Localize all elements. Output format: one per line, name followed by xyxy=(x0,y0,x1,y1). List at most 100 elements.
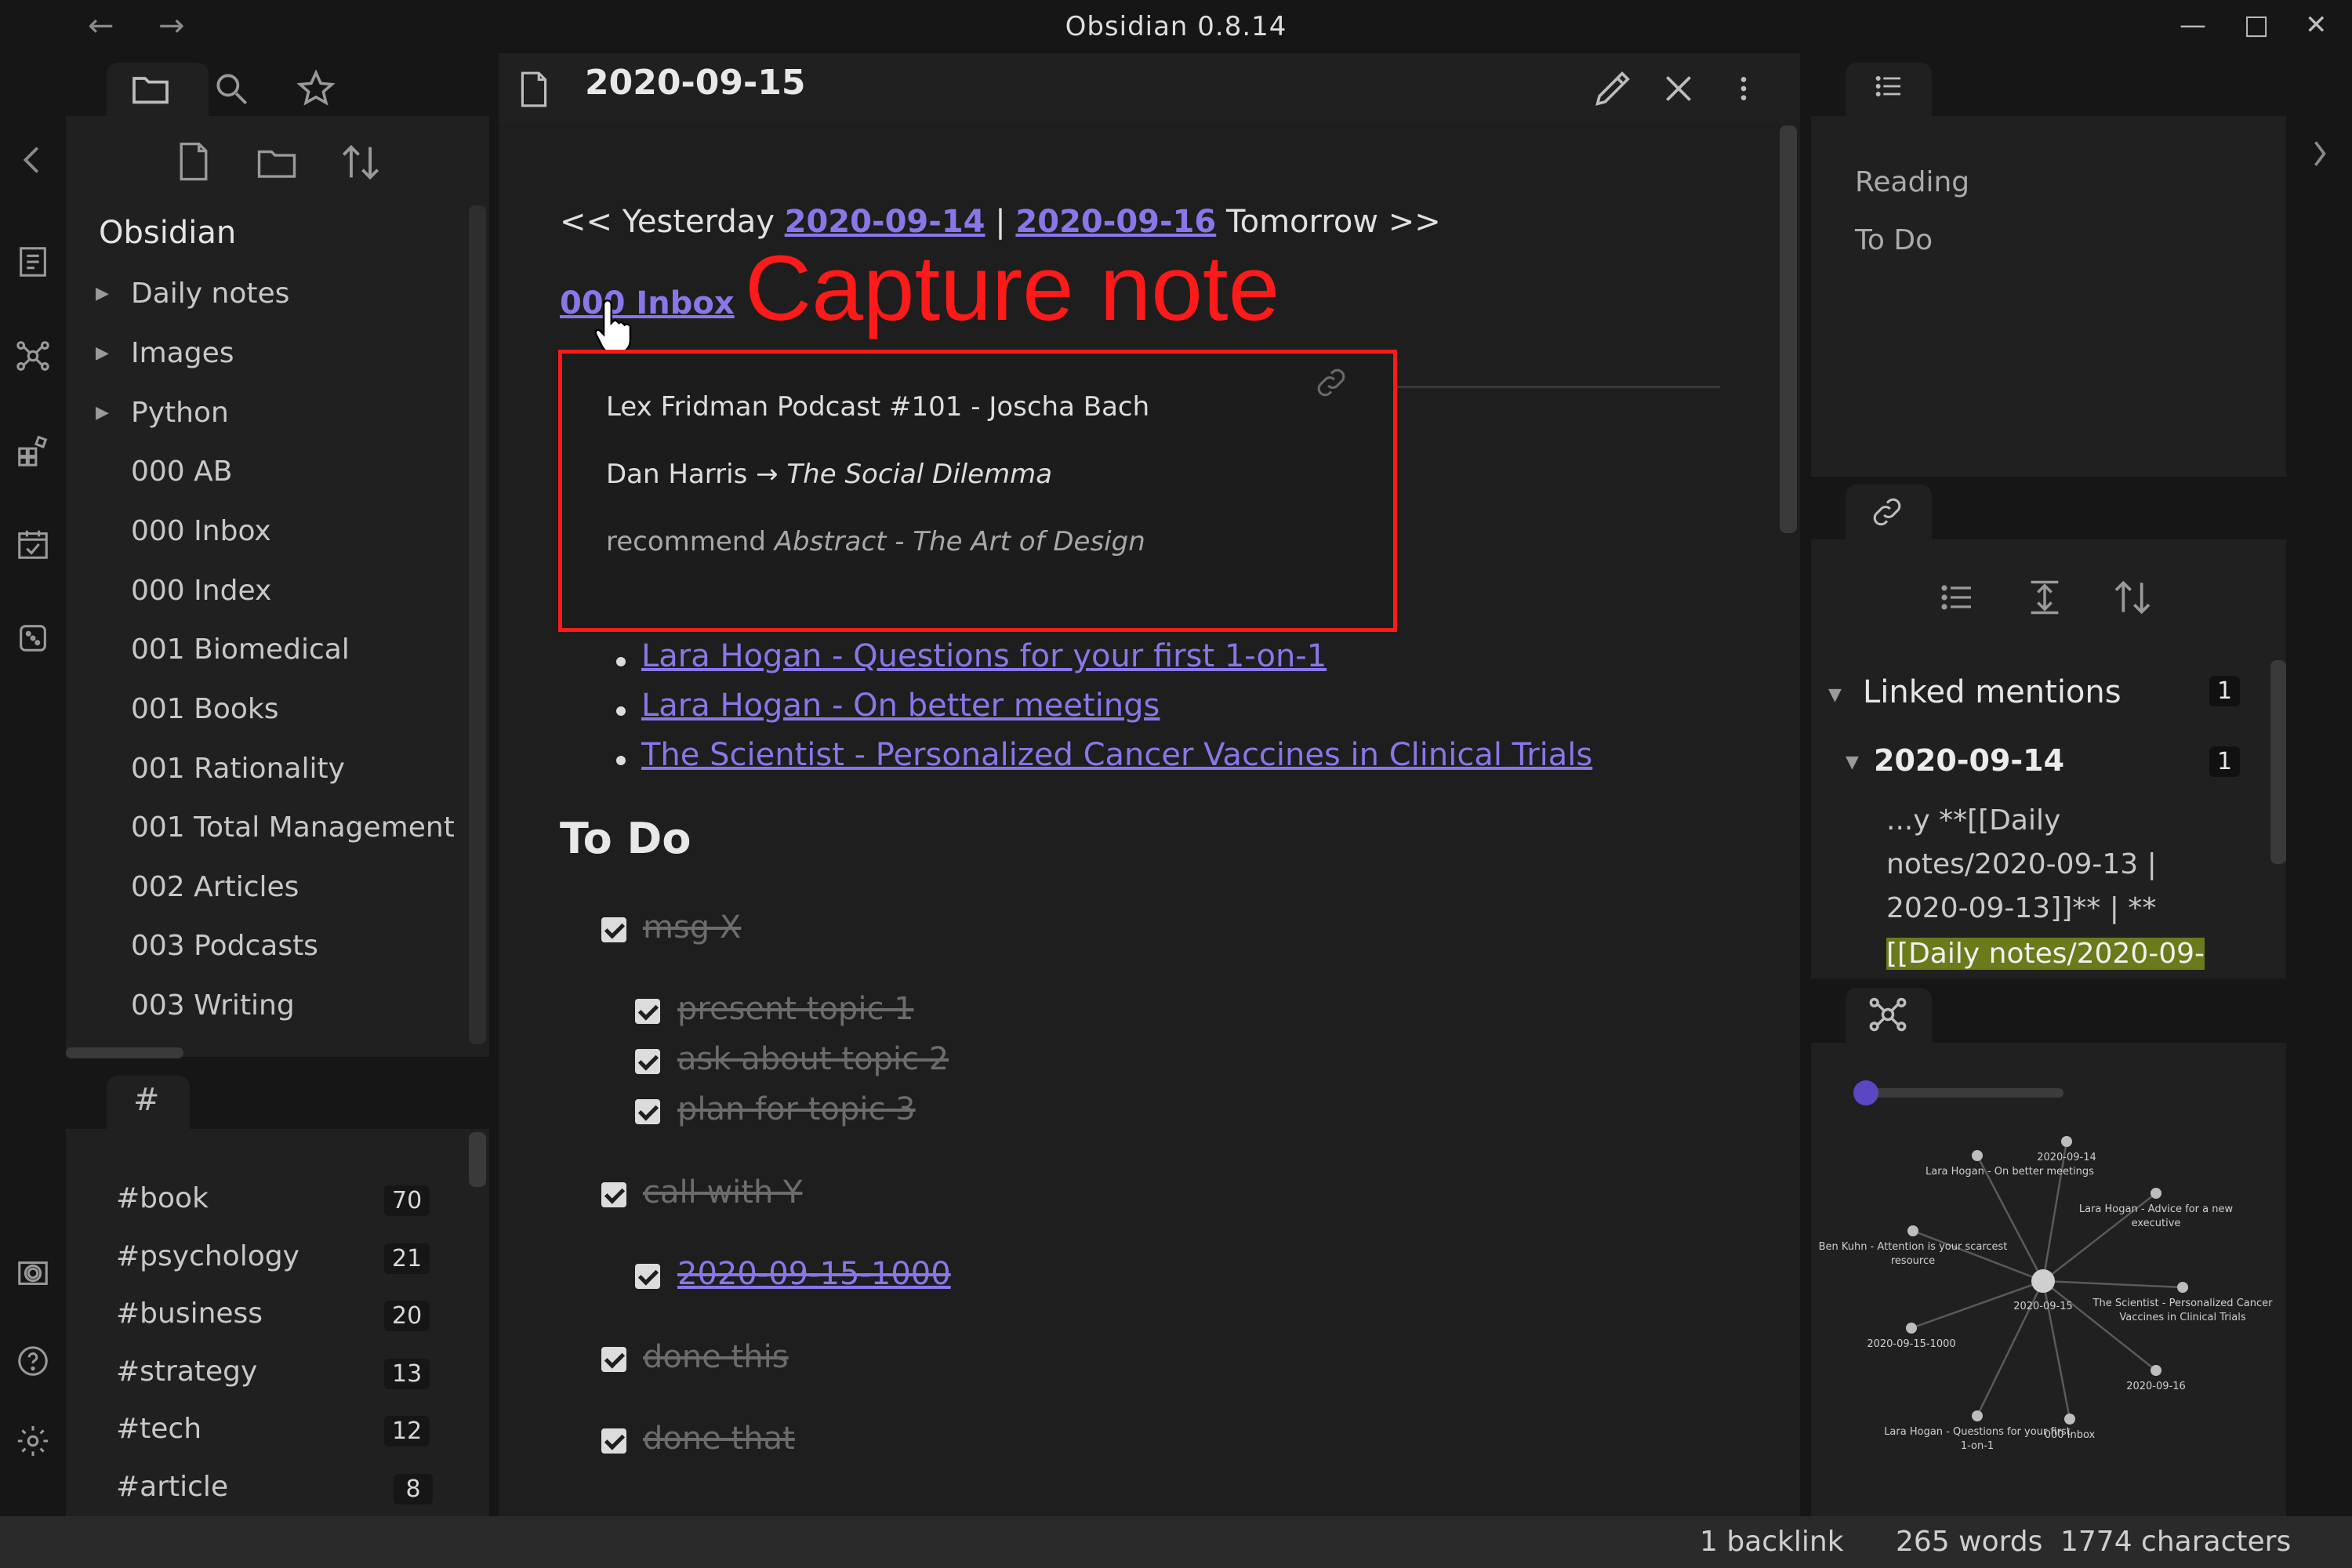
editor-scrollbar[interactable] xyxy=(1780,125,1797,533)
tag-business[interactable]: #business xyxy=(116,1298,263,1330)
expand-context-icon[interactable] xyxy=(2024,575,2065,619)
tag-psychology[interactable]: #psychology xyxy=(116,1240,299,1272)
star-icon[interactable] xyxy=(295,67,337,110)
todo-item: msg X xyxy=(643,909,742,946)
graph-node-current[interactable] xyxy=(2031,1269,2055,1293)
tree-file-001-total-management[interactable]: 001 Total Management xyxy=(131,811,455,844)
graph-node[interactable] xyxy=(2151,1188,2161,1199)
linked-mentions-label[interactable]: Linked mentions xyxy=(1863,674,2122,710)
hash-icon[interactable]: # xyxy=(133,1082,160,1118)
backlink-chain-icon[interactable] xyxy=(1869,494,1905,530)
graph-node[interactable] xyxy=(2151,1365,2161,1376)
expand-arrow-icon[interactable]: ▶ xyxy=(96,403,109,423)
link-icon[interactable] xyxy=(1313,365,1349,401)
checkbox-checked[interactable] xyxy=(635,1264,660,1289)
checkbox-checked[interactable] xyxy=(601,1428,626,1454)
minimize-icon[interactable]: — xyxy=(2180,9,2206,41)
checkbox-checked[interactable] xyxy=(635,1099,660,1124)
graph-node[interactable] xyxy=(1972,1410,1983,1421)
graph-node[interactable] xyxy=(1906,1323,1917,1334)
random-note-dice-icon[interactable] xyxy=(11,616,55,660)
folder-icon[interactable] xyxy=(129,67,172,111)
tree-folder-images[interactable]: Images xyxy=(131,337,234,369)
left-sidebar-tabs xyxy=(66,53,489,118)
graph-node[interactable] xyxy=(2061,1136,2072,1147)
graph-node[interactable] xyxy=(2064,1414,2075,1425)
checkbox-checked[interactable] xyxy=(601,1347,626,1372)
new-note-icon[interactable] xyxy=(172,138,215,185)
tree-file-003-podcasts[interactable]: 003 Podcasts xyxy=(131,930,318,962)
tree-file-001-biomedical[interactable]: 001 Biomedical xyxy=(131,633,350,666)
tag-strategy[interactable]: #strategy xyxy=(116,1356,257,1388)
settings-gear-icon[interactable] xyxy=(11,1419,55,1463)
outline-list-icon[interactable] xyxy=(1869,71,1908,102)
graph-node-label: 2020-09-14 xyxy=(2037,1152,2096,1163)
link-preview-popover[interactable]: Lex Fridman Podcast #101 - Joscha Bach D… xyxy=(558,350,1397,632)
backlink-snippet[interactable]: ...y **[[Daily xyxy=(1886,804,2060,837)
tree-file-000-index[interactable]: 000 Index xyxy=(131,575,271,607)
more-options-icon[interactable] xyxy=(1728,66,1759,111)
status-backlinks[interactable]: 1 backlink xyxy=(1700,1526,1844,1558)
outline-item[interactable]: Reading xyxy=(1855,166,1969,198)
bullet xyxy=(616,706,626,716)
open-quick-switcher-icon[interactable] xyxy=(11,240,55,284)
new-folder-icon[interactable] xyxy=(252,141,301,183)
file-tree-scrollbar[interactable] xyxy=(469,205,486,1044)
outline-item[interactable]: To Do xyxy=(1855,224,1933,256)
sort-icon[interactable] xyxy=(337,140,384,185)
todo-item: plan for topic 3 xyxy=(677,1091,916,1127)
daily-note-calendar-icon[interactable] xyxy=(11,522,55,566)
backlink-snippet[interactable]: notes/2020-09-13 | xyxy=(1886,848,2157,880)
tree-folder-python[interactable]: Python xyxy=(131,397,229,429)
collapse-arrow-icon[interactable]: ▼ xyxy=(1828,685,1842,705)
vault-icon[interactable] xyxy=(11,1251,55,1295)
todo-item-link[interactable]: 2020-09-15-1000 xyxy=(677,1256,951,1292)
expand-arrow-icon[interactable]: ▶ xyxy=(96,343,109,363)
collapse-arrow-icon[interactable]: ▼ xyxy=(1846,753,1859,772)
expand-arrow-icon[interactable]: ▶ xyxy=(96,284,109,303)
graph-node[interactable] xyxy=(1907,1225,1918,1236)
collapse-right-chevron-icon[interactable] xyxy=(2308,136,2332,171)
tree-file-000-inbox[interactable]: 000 Inbox xyxy=(131,515,271,547)
checkbox-checked[interactable] xyxy=(601,917,626,942)
local-graph[interactable]: 2020-09-14 Lara Hogan - On better meetin… xyxy=(1811,1043,2286,1516)
tree-folder-daily-notes[interactable]: Daily notes xyxy=(131,278,289,310)
search-icon[interactable] xyxy=(212,69,251,108)
list-link[interactable]: The Scientist - Personalized Cancer Vacc… xyxy=(641,737,1592,773)
graph-view-icon[interactable] xyxy=(1867,994,1908,1035)
tag-tech[interactable]: #tech xyxy=(116,1413,201,1445)
graph-node[interactable] xyxy=(1972,1150,1983,1161)
tag-book[interactable]: #book xyxy=(116,1182,209,1214)
backlink-file-name[interactable]: 2020-09-14 xyxy=(1874,743,2064,778)
tag-pane-scrollbar[interactable] xyxy=(469,1132,486,1187)
graph-node[interactable] xyxy=(2177,1282,2188,1293)
tree-file-001-books[interactable]: 001 Books xyxy=(131,693,279,725)
checkbox-checked[interactable] xyxy=(635,1049,660,1074)
maximize-icon[interactable]: □ xyxy=(2244,9,2269,41)
tree-file-002-articles[interactable]: 002 Articles xyxy=(131,871,299,903)
checkbox-checked[interactable] xyxy=(635,999,660,1024)
collapse-left-chevron-icon[interactable] xyxy=(11,138,55,182)
edit-pencil-icon[interactable] xyxy=(1590,66,1635,111)
backlink-snippet[interactable]: 2020-09-13]]** | ** xyxy=(1886,892,2156,924)
plugin-grid-icon[interactable] xyxy=(11,428,55,472)
close-pane-icon[interactable] xyxy=(1659,69,1698,108)
backlinks-scrollbar[interactable] xyxy=(2270,660,2286,864)
note-title[interactable]: 2020-09-15 xyxy=(585,63,805,103)
tree-file-000-ab[interactable]: 000 AB xyxy=(131,456,232,488)
close-window-icon[interactable]: ✕ xyxy=(2305,9,2328,41)
tree-file-003-writing[interactable]: 003 Writing xyxy=(131,989,295,1022)
collapse-results-icon[interactable] xyxy=(1938,579,1976,616)
tag-article[interactable]: #article xyxy=(116,1471,228,1503)
sort-icon[interactable] xyxy=(2111,575,2154,619)
checkbox-checked[interactable] xyxy=(601,1182,626,1207)
file-tree-horizontal-scrollbar[interactable] xyxy=(66,1047,183,1058)
list-link[interactable]: Lara Hogan - On better meetings xyxy=(641,688,1160,724)
depth-slider-handle[interactable] xyxy=(1853,1080,1878,1105)
graph-view-icon[interactable] xyxy=(11,334,55,378)
list-link[interactable]: Lara Hogan - Questions for your first 1-… xyxy=(641,638,1327,674)
help-icon[interactable] xyxy=(11,1339,55,1383)
tree-file-001-rationality[interactable]: 001 Rationality xyxy=(131,753,345,785)
link-000-inbox[interactable]: 000 Inbox xyxy=(560,285,735,321)
backlink-highlight[interactable]: [[Daily notes/2020-09- xyxy=(1886,938,2205,970)
